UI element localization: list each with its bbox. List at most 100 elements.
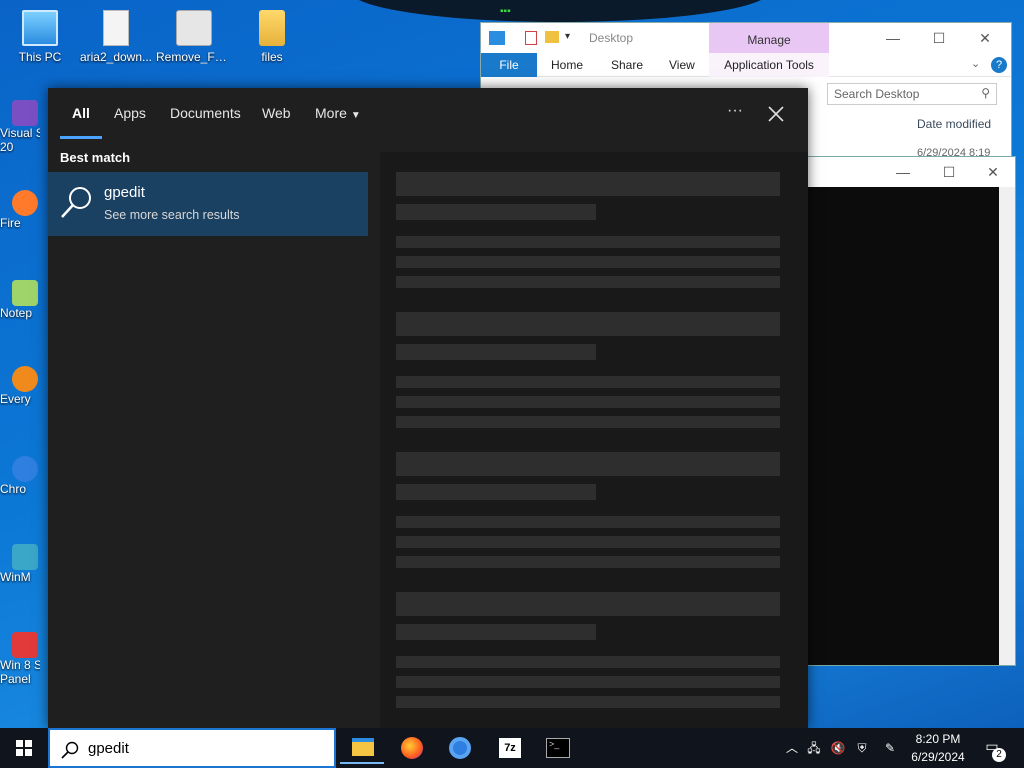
desktop-icon-remove-fai[interactable]: Remove_Fai... [156,10,232,64]
tab-all[interactable]: All [72,105,90,121]
taskbar-7zip[interactable]: 7z [488,732,532,764]
loading-placeholder [396,656,780,668]
preview-pane-loading [380,152,808,728]
console-close-button[interactable]: ✕ [973,161,1013,183]
tab-view[interactable]: View [669,53,695,77]
more-options-button[interactable]: ··· [720,102,750,126]
visual-studio-icon [12,100,38,126]
desktop-icon-files[interactable]: files [234,10,310,64]
taskbar-firefox[interactable] [390,732,434,764]
clock-date[interactable]: 6/29/2024 [906,750,970,764]
loading-placeholder [396,516,780,528]
console-scrollbar[interactable] [999,187,1015,665]
firefox-icon [12,190,38,216]
search-desktop-input[interactable]: Search Desktop ⚲ [827,83,997,105]
tray-overflow-chevron-icon[interactable]: ︿ [784,740,800,756]
search-icon [58,184,94,220]
document-icon [103,10,129,46]
loading-placeholder [396,536,780,548]
search-icon: ⚲ [981,86,990,100]
desktop-icon-chrome[interactable]: Chro [0,456,40,496]
notepad-icon [12,280,38,306]
loading-placeholder [396,696,780,708]
console-minimize-button[interactable]: — [883,161,923,183]
ribbon-expand-icon[interactable]: ⌄ [971,57,980,70]
taskbar-terminal[interactable]: >_ [536,732,580,764]
volume-muted-icon[interactable]: 🔇 [830,740,846,756]
control-panel-icon [12,632,38,658]
start-button[interactable] [0,728,48,768]
search-icon [60,740,80,760]
terminal-icon: >_ [546,738,570,758]
close-button[interactable]: ✕ [965,27,1005,49]
firefox-icon [401,737,423,759]
taskbar-file-explorer[interactable] [340,732,384,764]
close-search-button[interactable] [762,100,790,128]
tab-file[interactable]: File [481,53,537,77]
notification-count-badge: 2 [992,748,1006,762]
tab-more[interactable]: More ▼ [315,105,361,121]
desktop-icon-everything[interactable]: Every [0,366,40,406]
windows-logo-icon [16,740,32,756]
desktop-icon-notepad[interactable]: Notep [0,280,40,320]
close-icon [768,106,784,122]
minimize-button[interactable]: — [873,27,913,49]
best-match-result[interactable]: gpedit See more search results [48,172,368,236]
taskbar-search-input[interactable]: gpedit [48,728,336,768]
desktop-icon-this-pc[interactable]: This PC [2,10,78,64]
console-maximize-button[interactable]: ☐ [929,161,969,183]
loading-placeholder [396,624,596,640]
clock-time[interactable]: 8:20 PM [906,732,970,746]
tab-application-tools[interactable]: Application Tools [709,53,829,77]
new-folder-icon[interactable] [545,31,559,43]
column-date-modified[interactable]: Date modified [917,117,991,131]
chevron-down-icon: ▼ [350,110,361,121]
desktop-icon-aria2[interactable]: aria2_down... [78,10,154,64]
file-explorer-icon [352,738,374,756]
desktop-icon-firefox[interactable]: Fire [0,190,40,230]
window-app-icon [489,31,505,45]
tab-home[interactable]: Home [551,53,583,77]
loading-placeholder [396,344,596,360]
tab-manage[interactable]: Manage [709,23,829,53]
loading-placeholder [396,312,780,336]
tab-web[interactable]: Web [262,105,291,121]
window-title: Desktop [589,31,634,45]
start-search-panel: All Apps Documents Web More ▼ ··· Best ma… [48,88,808,728]
batch-file-icon [176,10,212,46]
desktop-icon-visual-studio[interactable]: Visual St 20 [0,100,40,154]
loading-placeholder [396,416,780,428]
quick-access-dropdown-icon[interactable]: ▾ [565,31,570,42]
tab-documents[interactable]: Documents [170,105,241,121]
help-icon[interactable]: ? [991,57,1007,73]
taskbar-chrome[interactable] [438,732,482,764]
active-tab-indicator [60,136,102,139]
desktop-icon-winmerge[interactable]: WinM [0,544,40,584]
security-icon[interactable]: ⛨ [854,740,870,756]
console-window[interactable]: — ☐ ✕ [806,156,1016,666]
pen-icon[interactable]: ✎ [882,740,898,756]
tab-share[interactable]: Share [611,53,643,77]
loading-placeholder [396,236,780,248]
properties-icon[interactable] [525,31,537,45]
loading-placeholder [396,484,596,500]
top-dock-arc [350,0,770,22]
loading-placeholder [396,556,780,568]
loading-placeholder [396,276,780,288]
loading-placeholder [396,204,596,220]
loading-placeholder [396,396,780,408]
chrome-icon [12,456,38,482]
loading-placeholder [396,676,780,688]
computer-icon [22,10,58,46]
desktop-icon-win8-panel[interactable]: Win 8 S Panel [0,632,40,686]
winmerge-icon [12,544,38,570]
result-title: gpedit [104,184,145,201]
7zip-icon: 7z [499,738,521,758]
tab-apps[interactable]: Apps [114,105,146,121]
maximize-button[interactable]: ☐ [919,27,959,49]
search-query-text: gpedit [88,740,129,757]
network-icon[interactable]: 🖧 [806,740,822,756]
loading-placeholder [396,592,780,616]
folder-icon [259,10,285,46]
loading-placeholder [396,172,780,196]
